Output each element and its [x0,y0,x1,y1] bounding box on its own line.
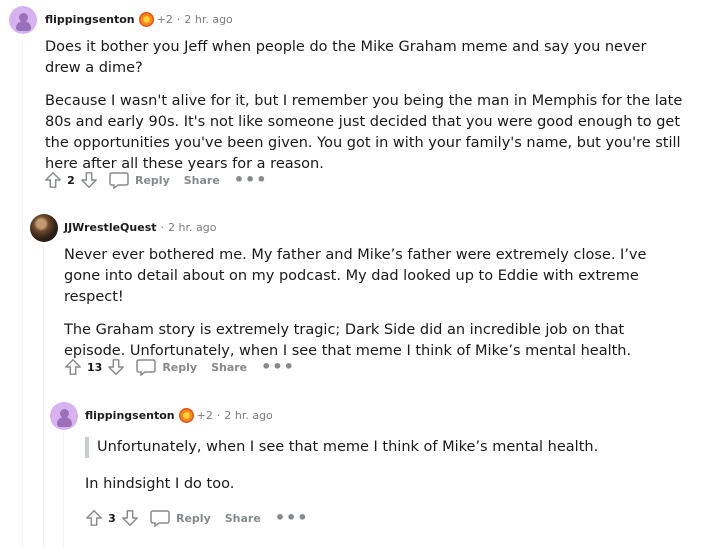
reply-label: Reply [176,511,211,525]
downvote-icon[interactable] [79,170,99,190]
comment-paragraph: Never ever bothered me. My father and Mi… [64,247,647,305]
more-options-button[interactable]: ••• [275,510,309,526]
timestamp[interactable]: 2 hr. ago [184,13,232,26]
vote-count: 3 [108,511,116,525]
thread-line-root[interactable] [22,40,23,549]
speech-bubble-icon [109,172,129,189]
separator-dot: · [216,409,221,422]
user-avatar-icon[interactable] [30,214,58,242]
comment-actions: 3 Reply Share ••• [84,506,309,530]
reply-button[interactable]: Reply [136,358,197,376]
share-button[interactable]: Share [225,512,261,525]
comment-paragraph: In hindsight I do too. [85,476,235,492]
timestamp[interactable]: 2 hr. ago [224,409,272,422]
comment-paragraph: Does it bother you Jeff when people do t… [45,39,647,76]
share-button[interactable]: Share [184,174,220,187]
separator-dot: · [160,221,165,234]
downvote-icon[interactable] [120,508,140,528]
comment-meta: flippingsenton +2 · 2 hr. ago [85,408,273,423]
speech-bubble-icon [136,359,157,376]
timestamp[interactable]: 2 hr. ago [168,221,216,234]
comment-meta: JJWrestleQuest · 2 hr. ago [64,221,216,234]
comment-body: Unfortunately, when I see that meme I th… [85,437,685,507]
more-options-button[interactable]: ••• [261,359,295,375]
thread-line-level3[interactable] [63,432,64,549]
upvote-icon[interactable] [63,357,83,377]
vote-count: 2 [67,173,75,187]
reply-button[interactable]: Reply [109,171,170,189]
blockquote: Unfortunately, when I see that meme I th… [85,437,685,458]
username[interactable]: JJWrestleQuest [64,221,157,234]
comment-paragraph: Because I wasn't alive for it, but I rem… [45,93,683,172]
comment-actions: 2 Reply Share ••• [43,168,268,192]
user-avatar-icon[interactable] [9,6,37,34]
separator-dot: · [176,13,181,26]
karma-badge: +2 [196,409,213,422]
share-button[interactable]: Share [211,361,247,374]
speech-bubble-icon [150,510,170,527]
comment-body: Does it bother you Jeff when people do t… [45,37,685,187]
vote-count: 13 [87,360,103,374]
reply-label: Reply [162,360,198,374]
karma-badge: +2 [156,13,173,26]
upvote-icon[interactable] [84,508,104,528]
username[interactable]: flippingsenton [45,13,135,26]
more-options-button[interactable]: ••• [234,172,268,188]
thread-line-level2[interactable] [43,244,44,549]
username[interactable]: flippingsenton [85,409,175,422]
upvote-icon[interactable] [43,170,63,190]
achievement-flair-icon [178,408,194,423]
reply-button[interactable]: Reply [150,509,211,527]
downvote-icon[interactable] [106,357,126,377]
achievement-flair-icon [138,12,154,27]
user-avatar-icon[interactable] [50,402,78,430]
comment-actions: 13 Reply Share ••• [63,355,295,379]
comment-meta: flippingsenton +2 · 2 hr. ago [45,12,233,27]
reply-label: Reply [135,173,170,187]
